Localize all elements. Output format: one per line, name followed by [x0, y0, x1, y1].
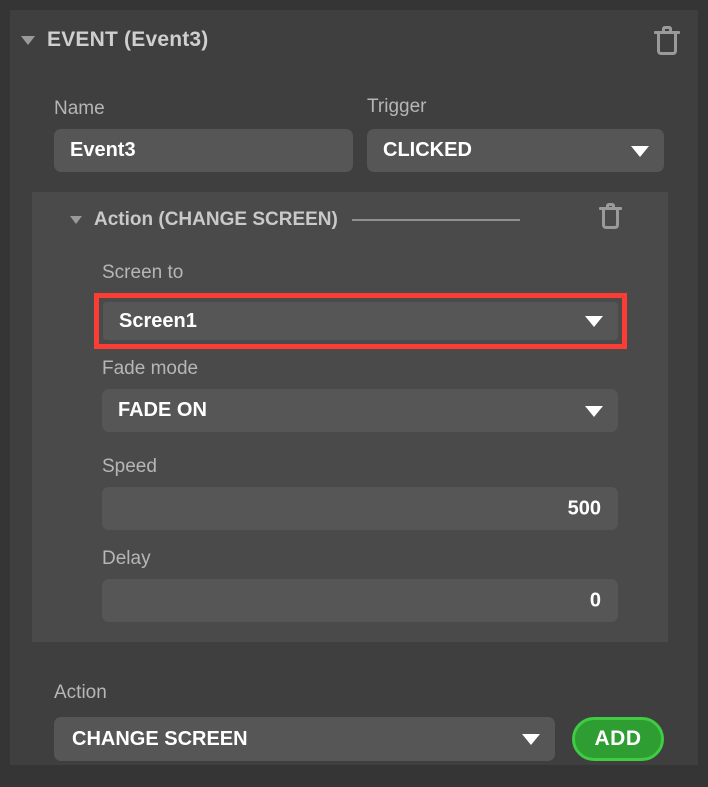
screen-to-label: Screen to — [102, 262, 184, 283]
triangle-down-icon[interactable] — [21, 35, 35, 45]
action-header[interactable]: Action (CHANGE SCREEN) — [32, 192, 668, 247]
add-button[interactable]: ADD — [572, 717, 664, 761]
screen-to-select[interactable]: Screen1 — [103, 302, 618, 340]
action-panel: Action (CHANGE SCREEN) Screen to Screen1… — [32, 192, 668, 642]
speed-value: 500 — [567, 497, 601, 519]
header-divider — [351, 218, 520, 221]
trigger-select[interactable]: CLICKED — [367, 129, 664, 172]
name-input[interactable]: Event3 — [54, 129, 353, 172]
caret-down-icon[interactable] — [585, 405, 603, 417]
fade-mode-label: Fade mode — [102, 358, 199, 379]
trigger-value: CLICKED — [383, 139, 472, 161]
triangle-down-icon[interactable] — [70, 215, 82, 224]
footer-action-value: CHANGE SCREEN — [72, 727, 248, 750]
event-title: EVENT (Event3) — [47, 28, 209, 51]
speed-label: Speed — [102, 456, 157, 477]
trash-icon[interactable] — [599, 203, 622, 230]
speed-input[interactable]: 500 — [102, 487, 618, 530]
event-panel: EVENT (Event3) Name Event3 Trigger CLICK… — [10, 10, 698, 765]
footer-action-select[interactable]: CHANGE SCREEN — [54, 717, 555, 761]
screen-to-value: Screen1 — [119, 309, 197, 332]
event-header[interactable]: EVENT (Event3) — [10, 10, 698, 70]
caret-down-icon[interactable] — [522, 734, 540, 745]
delay-value: 0 — [589, 589, 601, 611]
trash-body — [602, 210, 619, 229]
delay-input[interactable]: 0 — [102, 579, 618, 622]
name-value: Event3 — [70, 139, 136, 161]
footer-action-label: Action — [54, 682, 107, 703]
trigger-label: Trigger — [367, 96, 427, 117]
trash-body — [657, 34, 677, 55]
caret-down-icon[interactable] — [631, 145, 649, 157]
caret-down-icon[interactable] — [585, 316, 603, 327]
trash-icon[interactable] — [654, 26, 680, 56]
fade-mode-select[interactable]: FADE ON — [102, 389, 618, 432]
delay-label: Delay — [102, 548, 151, 569]
fade-mode-value: FADE ON — [118, 399, 207, 421]
name-label: Name — [54, 98, 105, 119]
action-title: Action (CHANGE SCREEN) — [94, 208, 338, 230]
add-button-label: ADD — [594, 727, 642, 750]
